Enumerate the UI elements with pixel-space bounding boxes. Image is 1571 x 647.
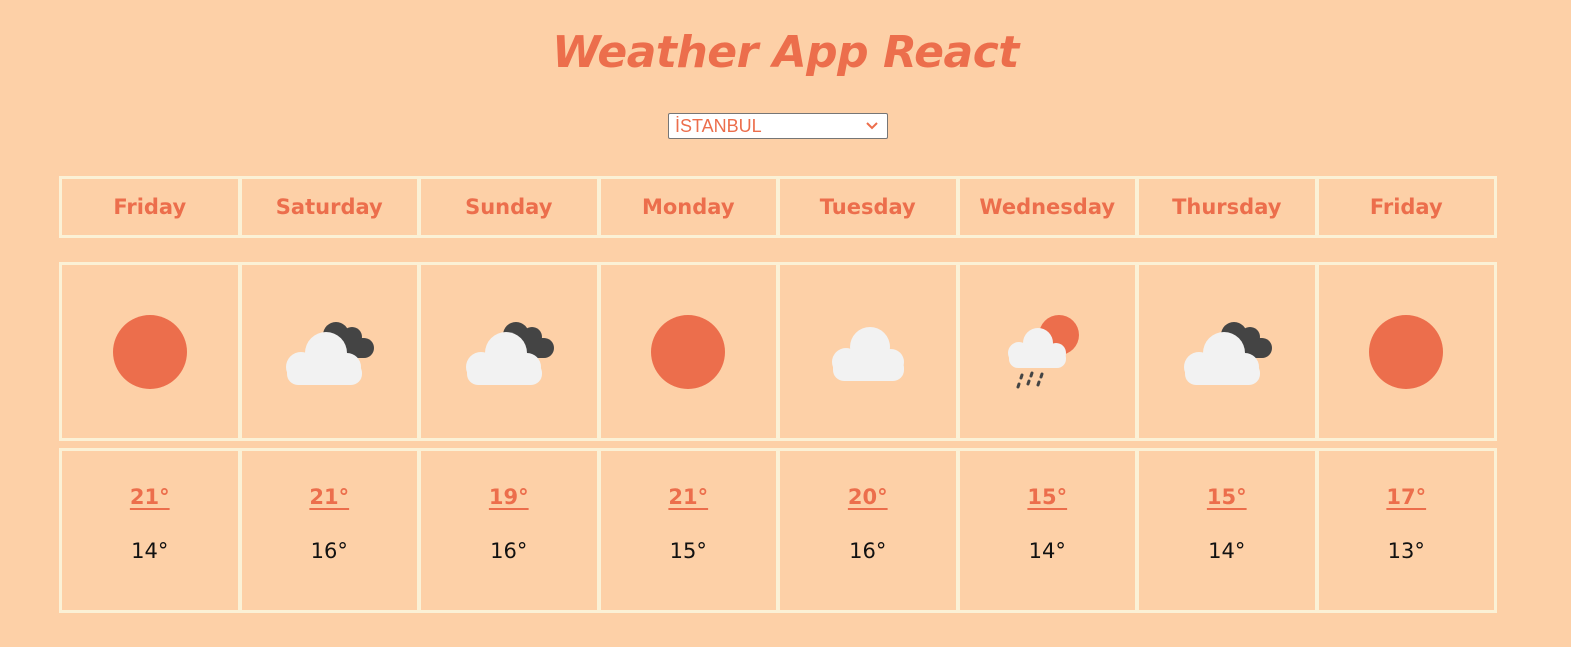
temp-cell: 17° 13° <box>1319 451 1495 610</box>
max-temp-link[interactable]: 15° <box>1207 485 1247 509</box>
icon-cell <box>421 265 601 438</box>
max-temp-link[interactable]: 19° <box>489 485 529 509</box>
temp-cell: 21° 15° <box>601 451 780 610</box>
chevron-down-icon <box>866 122 878 130</box>
days-row: Friday Saturday Sunday Monday Tuesday We… <box>59 176 1497 238</box>
icon-cell <box>1319 265 1495 438</box>
day-cell: Sunday <box>421 179 601 235</box>
day-cell: Saturday <box>242 179 421 235</box>
cloudy-icon <box>1183 321 1272 385</box>
day-label: Sunday <box>465 195 553 219</box>
day-label: Monday <box>641 195 735 219</box>
min-temp: 14° <box>1028 538 1066 563</box>
icons-row <box>59 262 1497 441</box>
max-temp-link[interactable]: 15° <box>1027 485 1067 509</box>
icon-cell <box>62 265 242 438</box>
day-label: Friday <box>113 195 187 219</box>
rain-sun-icon <box>1008 314 1080 388</box>
icon-cell <box>960 265 1139 438</box>
day-label: Wednesday <box>979 195 1116 219</box>
icon-cell <box>1139 265 1319 438</box>
min-temp: 16° <box>310 538 348 563</box>
cloudy-icon <box>286 321 375 385</box>
min-temp: 15° <box>669 538 707 563</box>
max-temp-link[interactable]: 21° <box>309 485 349 509</box>
temp-cell: 21° 16° <box>242 451 421 610</box>
day-cell: Thursday <box>1139 179 1319 235</box>
temp-cell: 15° 14° <box>1139 451 1319 610</box>
max-temp-link[interactable]: 21° <box>668 485 708 509</box>
temps-row: 21° 14° 21° 16° 19° 16° 21° 15° 20° 16° … <box>59 448 1497 613</box>
day-cell: Friday <box>62 179 242 235</box>
icon-cell <box>780 265 960 438</box>
day-cell: Friday <box>1319 179 1495 235</box>
max-temp-link[interactable]: 20° <box>848 485 888 509</box>
min-temp: 14° <box>1208 538 1246 563</box>
city-select-value: İSTANBUL <box>675 116 762 136</box>
cloudy-icon <box>465 321 554 385</box>
temp-cell: 19° 16° <box>421 451 601 610</box>
max-temp-link[interactable]: 17° <box>1386 485 1426 509</box>
day-label: Thursday <box>1172 195 1282 219</box>
min-temp: 13° <box>1387 538 1425 563</box>
temp-cell: 15° 14° <box>960 451 1139 610</box>
max-temp-link[interactable]: 21° <box>130 485 170 509</box>
sun-icon <box>1369 314 1444 389</box>
city-select[interactable]: İSTANBUL <box>668 113 888 139</box>
min-temp: 16° <box>849 538 887 563</box>
min-temp: 16° <box>490 538 528 563</box>
icon-cell <box>242 265 421 438</box>
icon-cell <box>601 265 780 438</box>
page-title: Weather App React <box>552 27 1019 78</box>
day-label: Friday <box>1369 195 1443 219</box>
day-cell: Tuesday <box>780 179 960 235</box>
day-label: Saturday <box>275 195 383 219</box>
min-temp: 14° <box>131 538 169 563</box>
temp-cell: 21° 14° <box>62 451 242 610</box>
sun-icon <box>112 314 187 389</box>
weather-app: Weather App React İSTANBUL Friday Saturd… <box>0 0 1571 647</box>
day-cell: Monday <box>601 179 780 235</box>
temp-cell: 20° 16° <box>780 451 960 610</box>
day-label: Tuesday <box>819 195 916 219</box>
cloud-icon <box>831 326 904 381</box>
day-cell: Wednesday <box>960 179 1139 235</box>
sun-icon <box>651 314 726 389</box>
